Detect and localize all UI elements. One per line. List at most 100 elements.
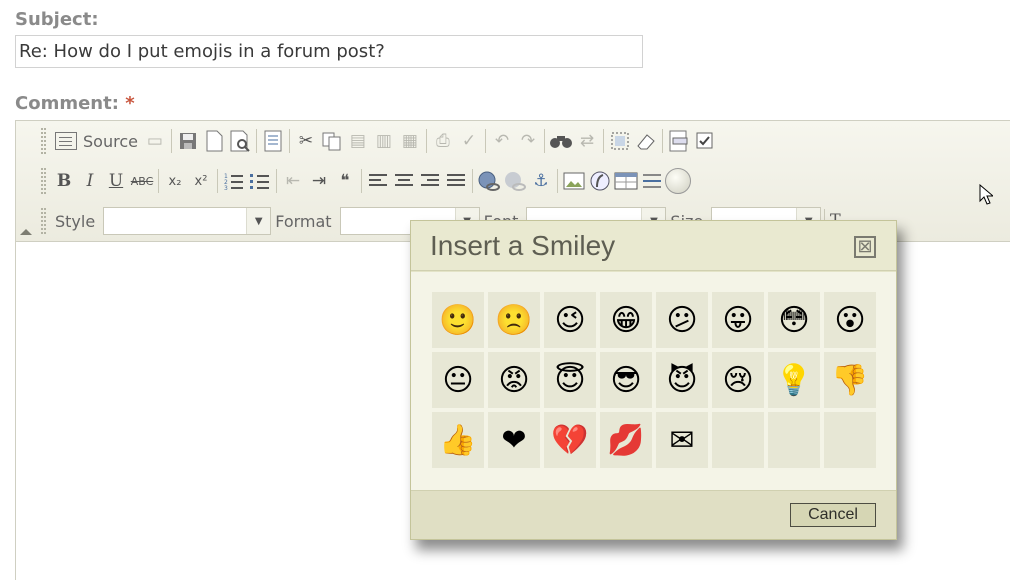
source-label: Source: [83, 131, 138, 151]
replace-button[interactable]: ⇄: [574, 127, 600, 155]
align-center-button[interactable]: [391, 167, 417, 195]
outdent-button[interactable]: ⇤: [280, 167, 306, 195]
smiley-cell[interactable]: 👎: [824, 352, 876, 408]
smiley-cell[interactable]: 😡: [488, 352, 540, 408]
image-button[interactable]: [561, 167, 587, 195]
spellcheck-button[interactable]: ✓: [456, 127, 482, 155]
subscript-button[interactable]: x₂: [162, 167, 188, 195]
italic-icon: I: [86, 171, 94, 191]
toolbar-separator: [484, 129, 486, 153]
find-icon: [549, 136, 572, 148]
undo-button[interactable]: ↶: [489, 127, 515, 155]
devil-smile-icon: 😈: [666, 362, 698, 398]
preview-button[interactable]: [227, 127, 253, 155]
paste-button[interactable]: ▭: [142, 127, 168, 155]
omg-smile-icon: 😮: [834, 302, 866, 338]
unlink-button[interactable]: [502, 167, 528, 195]
link-button[interactable]: [476, 167, 502, 195]
strike-button[interactable]: ABC: [129, 167, 155, 195]
redo-icon: ↷: [520, 131, 536, 151]
smiley-cell[interactable]: 😛: [712, 292, 764, 348]
style-dropdown[interactable]: ▼: [103, 207, 272, 235]
form-button[interactable]: [666, 127, 692, 155]
smiley-cell[interactable]: 😐: [432, 352, 484, 408]
smiley-cell[interactable]: ❤: [488, 412, 540, 468]
checkbox-button[interactable]: [692, 127, 718, 155]
smiley-cell[interactable]: 💋: [600, 412, 652, 468]
table-button[interactable]: [613, 167, 639, 195]
toolbar-separator: [276, 169, 277, 193]
save-button[interactable]: [175, 127, 201, 155]
blockquote-button[interactable]: ❝: [332, 167, 358, 195]
anchor-button[interactable]: ⚓: [528, 167, 554, 195]
smiley-cell[interactable]: ✉: [656, 412, 708, 468]
toolbar-grip: [41, 128, 46, 154]
smiley-cell[interactable]: 😮: [824, 292, 876, 348]
italic-button[interactable]: I: [77, 167, 103, 195]
templates-button[interactable]: [260, 127, 286, 155]
smiley-cell[interactable]: 🙁: [488, 292, 540, 348]
align-left-button[interactable]: [365, 167, 391, 195]
confused-smile-icon: 😕: [666, 302, 698, 338]
source-button[interactable]: Source: [51, 127, 142, 155]
smiley-cell[interactable]: 👍: [432, 412, 484, 468]
align-center-icon: [395, 174, 413, 186]
smiley-cell[interactable]: 💔: [544, 412, 596, 468]
select-all-button[interactable]: [607, 127, 633, 155]
smiley-cell[interactable]: 😎: [600, 352, 652, 408]
smiley-cell[interactable]: 💡: [768, 352, 820, 408]
subject-input[interactable]: [15, 35, 643, 68]
kiss-icon: 💋: [607, 422, 645, 458]
toolbar-separator: [255, 129, 257, 153]
paste-text-button[interactable]: ▤: [345, 127, 371, 155]
smiley-button[interactable]: [665, 167, 691, 195]
preview-icon: [230, 130, 250, 152]
align-right-button[interactable]: [417, 167, 443, 195]
align-left-icon: [369, 174, 387, 186]
bold-icon: B: [56, 171, 72, 191]
empty-smiley-cell: [712, 412, 764, 468]
broken-heart-icon: 💔: [551, 422, 589, 458]
insert-smiley-dialog: Insert a Smiley ⊠ 🙂 🙁 😉 😁 😕 😛 😳 😮 😐 😡 😇 😎 😈 😢 💡 👎 👍 ❤ 💔 💋 ✉ …: [410, 220, 897, 540]
find-button[interactable]: [548, 127, 574, 155]
strike-icon: ABC: [130, 174, 154, 188]
bold-button[interactable]: B: [51, 167, 77, 195]
collapse-toolbar-icon[interactable]: [20, 229, 32, 235]
numbered-list-button[interactable]: 123: [221, 167, 247, 195]
remove-format-button[interactable]: [633, 127, 659, 155]
blockquote-icon: ❝: [340, 171, 350, 191]
smiley-cell[interactable]: 😉: [544, 292, 596, 348]
smiley-cell[interactable]: 😳: [768, 292, 820, 348]
subscript-icon: x₂: [168, 173, 182, 189]
horizontal-rule-button[interactable]: [639, 167, 665, 195]
table-icon: [614, 172, 638, 190]
templates-icon: [264, 130, 282, 152]
indent-button[interactable]: ⇥: [306, 167, 332, 195]
paste-word-button[interactable]: ▥: [371, 127, 397, 155]
horizontal-rule-icon: [643, 174, 661, 188]
print-button[interactable]: ⎙: [430, 127, 456, 155]
cancel-button[interactable]: Cancel: [790, 503, 876, 527]
cut-button[interactable]: ✂: [293, 127, 319, 155]
redo-button[interactable]: ↷: [515, 127, 541, 155]
flash-button[interactable]: [587, 167, 613, 195]
smiley-cell[interactable]: 🙂: [432, 292, 484, 348]
toolbar-grip: [41, 168, 46, 194]
smiley-cell[interactable]: 😇: [544, 352, 596, 408]
underline-button[interactable]: U: [103, 167, 129, 195]
justify-button[interactable]: [443, 167, 469, 195]
close-button[interactable]: ⊠: [854, 236, 876, 258]
smiley-cell[interactable]: 😁: [600, 292, 652, 348]
tongue-smile-icon: 😛: [722, 302, 754, 338]
smiley-cell[interactable]: 😢: [712, 352, 764, 408]
smiley-cell[interactable]: 😈: [656, 352, 708, 408]
smiley-cell[interactable]: 😕: [656, 292, 708, 348]
bulleted-list-button[interactable]: [247, 167, 273, 195]
comment-label: Comment: *: [15, 93, 135, 114]
dialog-header[interactable]: Insert a Smiley ⊠: [411, 221, 896, 271]
shades-smile-icon: 😎: [610, 362, 642, 398]
copy-button[interactable]: [319, 127, 345, 155]
new-page-button[interactable]: [201, 127, 227, 155]
paste-from-word-button[interactable]: ▦: [397, 127, 423, 155]
superscript-button[interactable]: x²: [188, 167, 214, 195]
